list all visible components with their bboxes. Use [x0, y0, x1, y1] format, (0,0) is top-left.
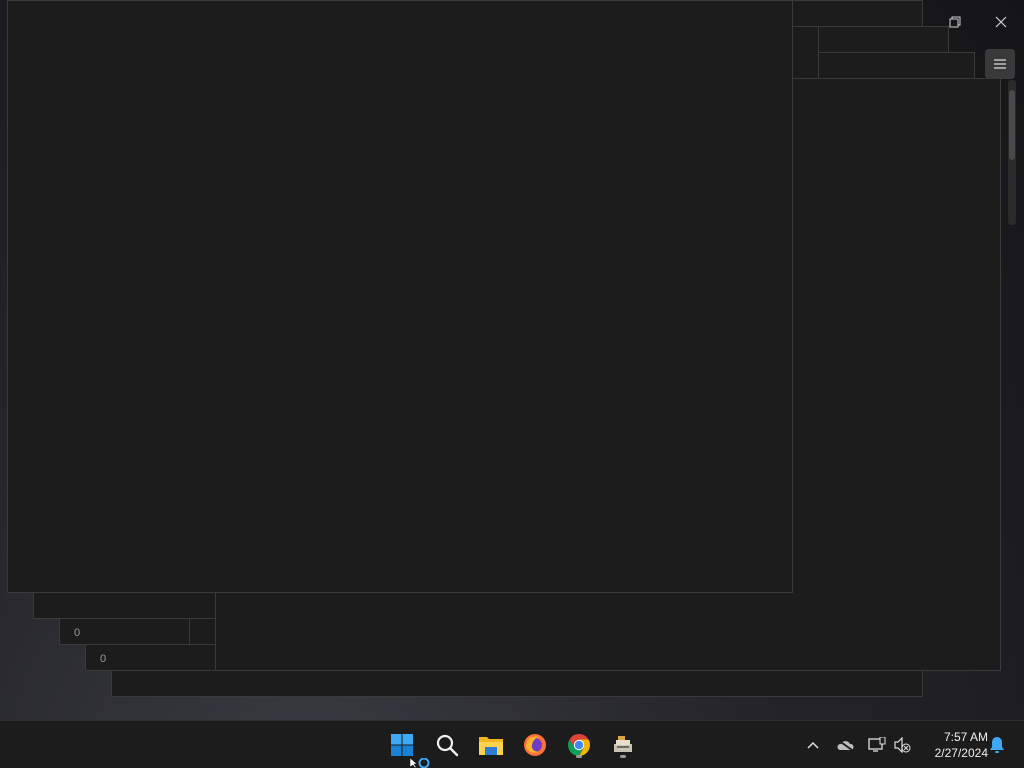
- chevron-up-icon: [807, 741, 819, 749]
- running-indicator: [576, 755, 582, 758]
- search-button[interactable]: [431, 729, 463, 761]
- clock[interactable]: 7:57 AM 2/27/2024: [918, 729, 988, 761]
- clock-time: 7:57 AM: [943, 730, 988, 744]
- scrollbar-thumb[interactable]: [1009, 90, 1015, 160]
- app-icon: [614, 736, 632, 752]
- busy-cursor-icon: [410, 758, 430, 768]
- app-button[interactable]: [607, 729, 639, 761]
- window-label: 0: [74, 627, 81, 639]
- volume-button[interactable]: [890, 733, 914, 757]
- hamburger-menu-icon: [994, 59, 1006, 69]
- file-explorer-icon: [479, 737, 503, 755]
- cascade-window-front[interactable]: [7, 0, 793, 593]
- running-indicator: [620, 755, 626, 758]
- close-button[interactable]: [986, 7, 1016, 37]
- volume-muted-icon: [894, 737, 911, 753]
- bell-icon: [990, 737, 1004, 753]
- scrollbar[interactable]: [1008, 80, 1016, 225]
- restore-icon: [949, 16, 961, 28]
- network-icon: [868, 737, 886, 752]
- windows-start-icon: [391, 734, 413, 756]
- taskbar: 7:57 AM 2/27/2024: [0, 720, 1024, 768]
- firefox-icon: [524, 734, 546, 756]
- notifications-button[interactable]: [985, 733, 1009, 757]
- window-label: 0: [100, 653, 107, 665]
- chrome-icon: [568, 734, 590, 756]
- start-button[interactable]: [386, 729, 418, 761]
- desktop: 0 0 7:57 AM 2/27/2024: [0, 0, 1024, 768]
- menu-button[interactable]: [985, 49, 1015, 79]
- network-button[interactable]: [865, 733, 889, 757]
- restore-button[interactable]: [940, 7, 970, 37]
- show-hidden-icons-button[interactable]: [801, 733, 825, 757]
- onedrive-button[interactable]: [833, 733, 857, 757]
- firefox-button[interactable]: [519, 729, 551, 761]
- clock-date: 2/27/2024: [934, 746, 988, 760]
- chrome-button[interactable]: [563, 729, 595, 761]
- close-icon: [995, 16, 1007, 28]
- file-explorer-button[interactable]: [475, 729, 507, 761]
- onedrive-offline-icon: [837, 739, 854, 751]
- search-icon: [436, 734, 459, 757]
